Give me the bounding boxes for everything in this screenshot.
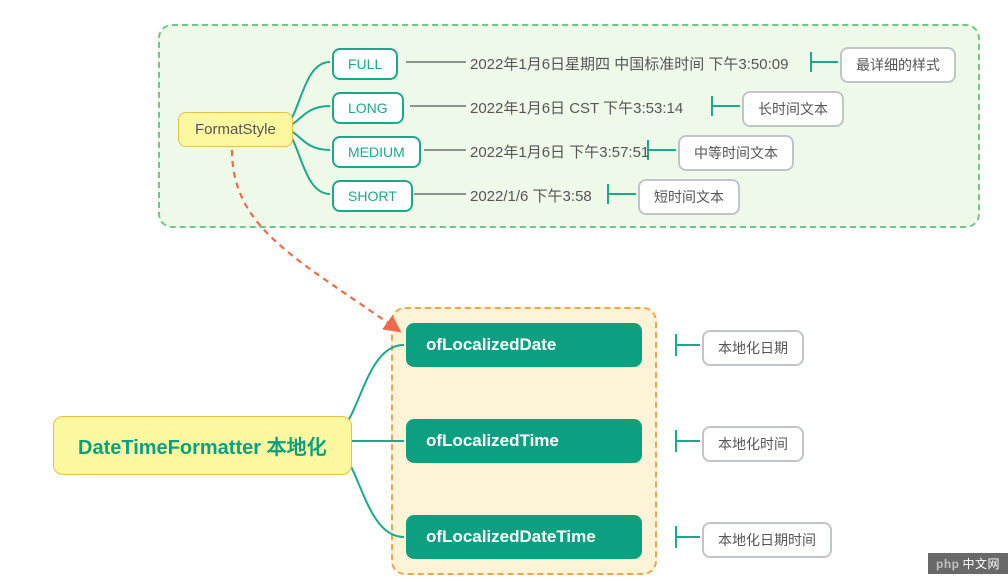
example-long: 2022年1月6日 CST 下午3:53:14 bbox=[470, 97, 683, 118]
method-oflocalizeddate: ofLocalizedDate bbox=[406, 323, 642, 367]
pill-long: LONG bbox=[332, 92, 404, 124]
datetimeformatter-root: DateTimeFormatter 本地化 bbox=[53, 416, 352, 475]
pill-short: SHORT bbox=[332, 180, 413, 212]
pill-short-label: SHORT bbox=[348, 188, 397, 204]
pill-medium-label: MEDIUM bbox=[348, 144, 405, 160]
desc-oflocalizeddatetime: 本地化日期时间 bbox=[702, 522, 832, 558]
desc-oflocalizedtime: 本地化时间 bbox=[702, 426, 804, 462]
example-short: 2022/1/6 下午3:58 bbox=[470, 185, 592, 206]
pill-medium: MEDIUM bbox=[332, 136, 421, 168]
pill-full-label: FULL bbox=[348, 56, 382, 72]
desc-short: 短时间文本 bbox=[638, 179, 740, 215]
method-oflocalizeddate-label: ofLocalizedDate bbox=[426, 335, 556, 355]
method-oflocalizedtime-label: ofLocalizedTime bbox=[426, 431, 559, 451]
pill-long-label: LONG bbox=[348, 100, 388, 116]
example-medium: 2022年1月6日 下午3:57:51 bbox=[470, 141, 649, 162]
pill-full: FULL bbox=[332, 48, 398, 80]
desc-full: 最详细的样式 bbox=[840, 47, 956, 83]
desc-long: 长时间文本 bbox=[742, 91, 844, 127]
watermark-brand: php bbox=[936, 557, 960, 571]
formatstyle-root: FormatStyle bbox=[178, 112, 293, 147]
desc-medium: 中等时间文本 bbox=[678, 135, 794, 171]
watermark: php 中文网 bbox=[928, 553, 1008, 574]
watermark-text: 中文网 bbox=[962, 555, 1000, 572]
method-oflocalizeddatetime: ofLocalizedDateTime bbox=[406, 515, 642, 559]
desc-oflocalizeddate: 本地化日期 bbox=[702, 330, 804, 366]
formatstyle-root-label: FormatStyle bbox=[195, 121, 276, 138]
method-oflocalizedtime: ofLocalizedTime bbox=[406, 419, 642, 463]
connectors bbox=[0, 0, 1008, 582]
datetimeformatter-root-label: DateTimeFormatter 本地化 bbox=[78, 431, 327, 460]
method-oflocalizeddatetime-label: ofLocalizedDateTime bbox=[426, 527, 596, 547]
example-full: 2022年1月6日星期四 中国标准时间 下午3:50:09 bbox=[470, 53, 788, 74]
